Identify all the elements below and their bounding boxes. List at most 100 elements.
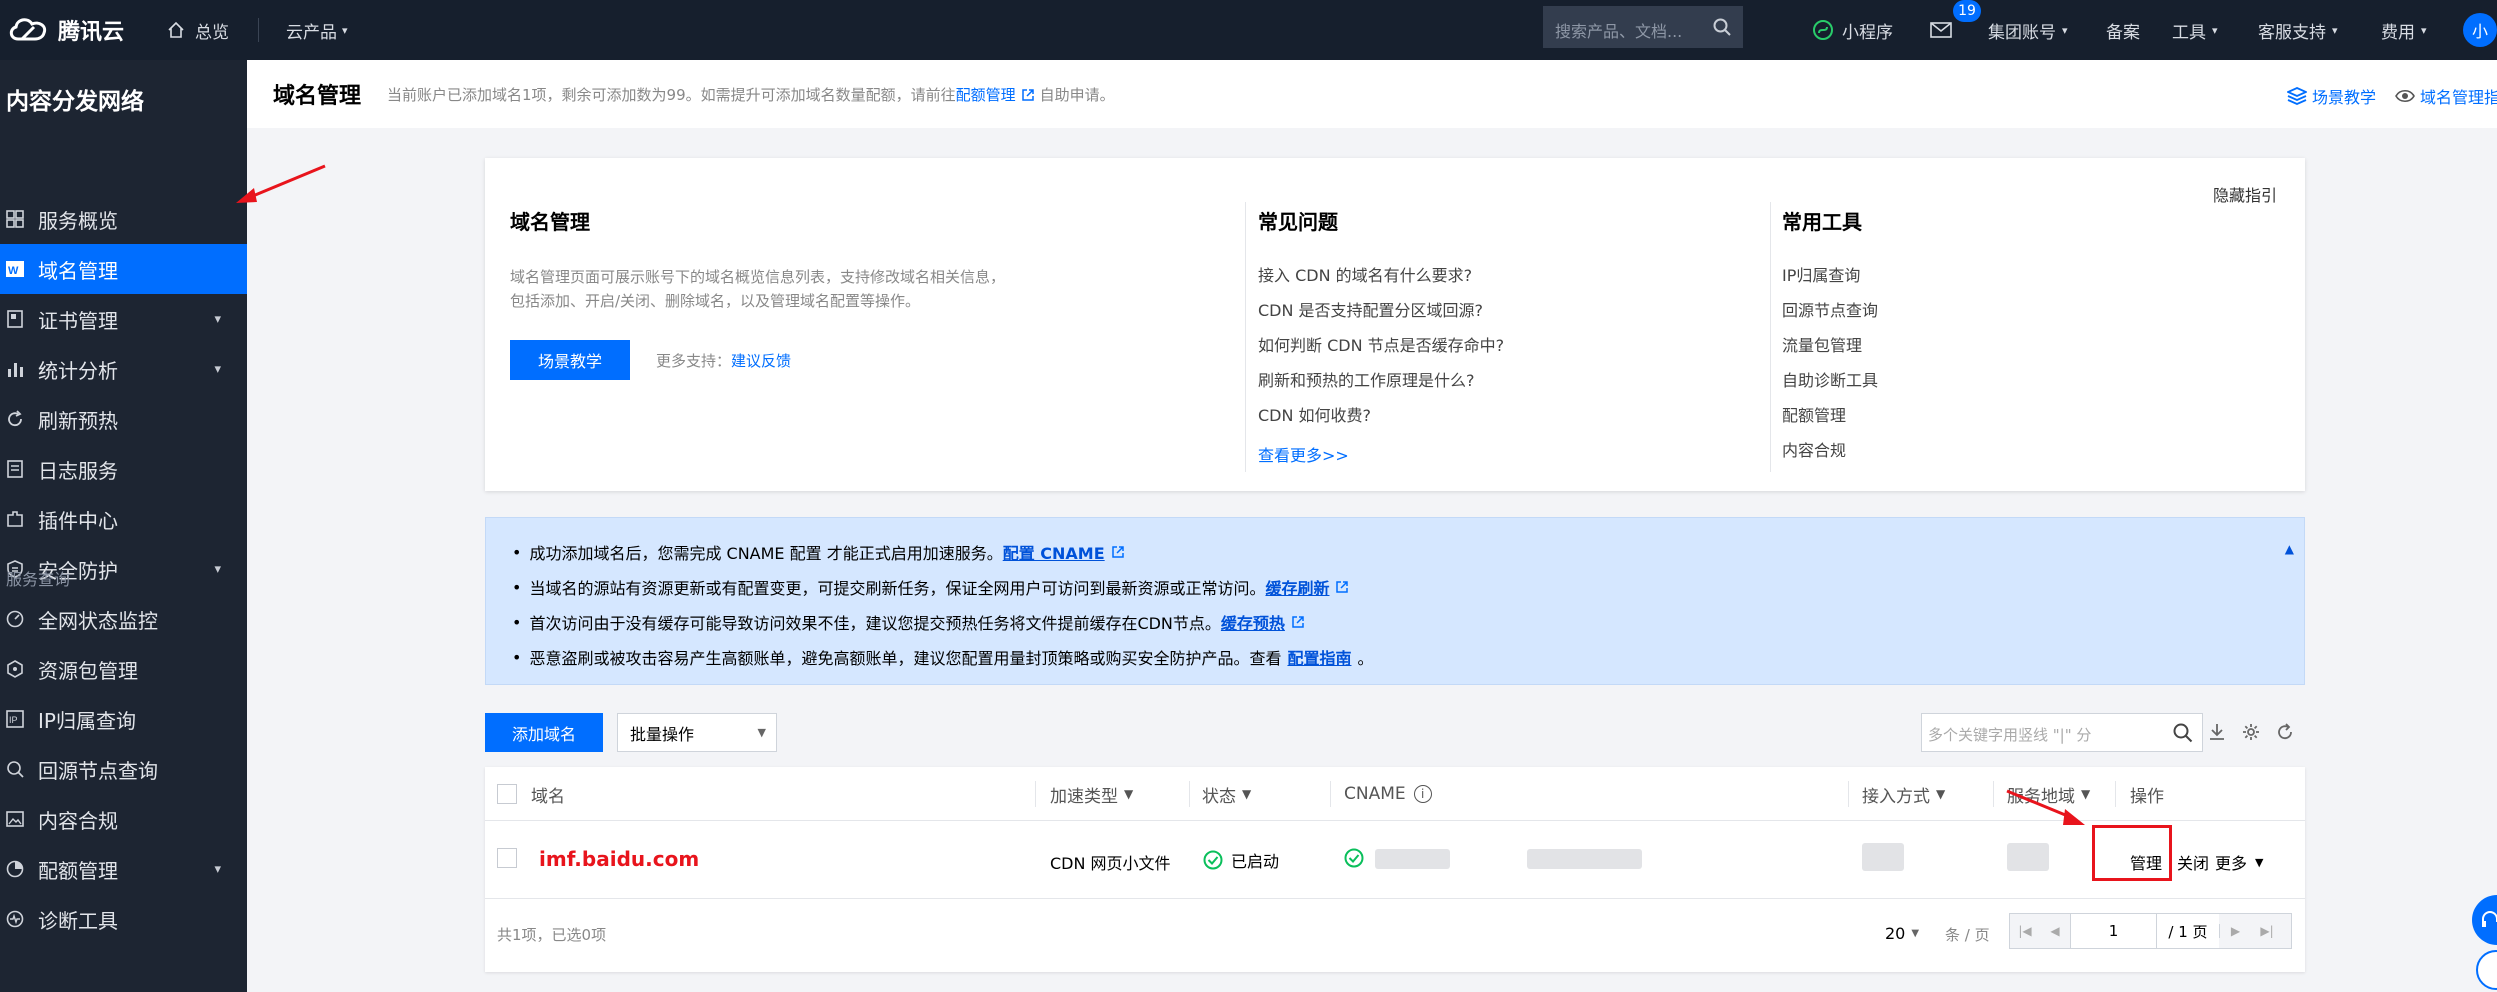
floating-help-button[interactable] xyxy=(2472,895,2497,945)
mini-program-icon xyxy=(1813,20,1833,40)
page-input[interactable]: 1 xyxy=(2070,914,2157,948)
quota-link[interactable]: 配额管理 xyxy=(956,84,1016,105)
faq-more-link[interactable]: 查看更多>> xyxy=(1258,442,1349,466)
chevron-down-icon: ▾ xyxy=(342,23,348,37)
sidebar-item-logs[interactable]: 日志服务 xyxy=(0,444,247,494)
checkbox[interactable] xyxy=(497,848,517,868)
sidebar-item-certificate[interactable]: 证书管理 ▾ xyxy=(0,294,247,344)
sidebar-item-label: 服务概览 xyxy=(38,208,118,233)
avatar[interactable]: 小 xyxy=(2463,13,2497,47)
batch-operations-select[interactable]: 批量操作 ▼ xyxy=(617,713,777,752)
config-cname-link[interactable]: 配置 CNAME xyxy=(1003,540,1105,564)
column-divider xyxy=(1848,781,1849,807)
faq-item[interactable]: 刷新和预热的工作原理是什么? xyxy=(1258,367,1475,391)
group-account-menu[interactable]: 集团账号 ▾ xyxy=(1988,0,2068,60)
sidebar-item-domain[interactable]: W 域名管理 xyxy=(0,244,247,294)
floating-help-button-secondary[interactable] xyxy=(2476,950,2497,990)
global-search[interactable]: 搜索产品、文档... xyxy=(1543,6,1743,48)
sidebar-item-quota[interactable]: 配额管理 ▾ xyxy=(0,844,247,894)
scene-tutorial-link[interactable]: 场景教学 xyxy=(2287,84,2376,108)
scene-tutorial-button[interactable]: 场景教学 xyxy=(510,340,630,380)
prev-page-icon[interactable]: ◀ xyxy=(2040,924,2070,938)
filter-icon[interactable]: ▼ xyxy=(1242,787,1251,801)
brand-logo[interactable]: 腾讯云 xyxy=(6,0,124,60)
sidebar-item-analytics[interactable]: 统计分析 ▾ xyxy=(0,344,247,394)
sidebar-item-label: 刷新预热 xyxy=(38,408,118,433)
cache-preheat-link[interactable]: 缓存预热 xyxy=(1221,610,1285,634)
filing-link[interactable]: 备案 xyxy=(2106,0,2140,60)
domain-guide-link[interactable]: 域名管理指引 xyxy=(2395,84,2497,108)
guide-divider xyxy=(1770,202,1771,472)
hide-guide-link[interactable]: 隐藏指引 xyxy=(2213,182,2277,206)
group-account-label: 集团账号 xyxy=(1988,22,2056,43)
column-header-type[interactable]: 加速类型 ▼ xyxy=(1050,767,1133,821)
tools-menu[interactable]: 工具 ▾ xyxy=(2172,0,2218,60)
faq-item[interactable]: CDN 是否支持配置分区域回源? xyxy=(1258,297,1483,321)
manage-link[interactable]: 管理 xyxy=(2130,850,2162,874)
next-page-icon[interactable]: ▶ xyxy=(2219,924,2251,938)
nav-home[interactable]: 总览 xyxy=(167,0,229,60)
domain-name[interactable]: imf.baidu.com xyxy=(539,847,699,871)
page-size-select[interactable]: 20 ▼ xyxy=(1885,924,1919,943)
sidebar-title: 内容分发网络 xyxy=(6,89,144,115)
tools-title: 常用工具 xyxy=(1782,210,1862,234)
faq-item[interactable]: 接入 CDN 的域名有什么要求? xyxy=(1258,262,1472,286)
global-search-input[interactable]: 搜索产品、文档... xyxy=(1555,18,1682,42)
sidebar-item-overview[interactable]: 服务概览 xyxy=(0,194,247,244)
sidebar-item-packages[interactable]: 资源包管理 xyxy=(0,644,247,694)
cache-refresh-link[interactable]: 缓存刷新 xyxy=(1265,575,1329,599)
search-icon[interactable] xyxy=(2173,723,2193,743)
more-menu[interactable]: 更多 ▼ xyxy=(2215,850,2263,874)
sidebar-item-refresh[interactable]: 刷新预热 xyxy=(0,394,247,444)
sidebar-item-monitor[interactable]: 全网状态监控 xyxy=(0,594,247,644)
reload-icon[interactable] xyxy=(2272,719,2298,745)
support-menu[interactable]: 客服支持 ▾ xyxy=(2258,0,2338,60)
faq-item[interactable]: 如何判断 CDN 节点是否缓存命中? xyxy=(1258,332,1504,356)
sidebar-item-origin-lookup[interactable]: 回源节点查询 xyxy=(0,744,247,794)
tool-item[interactable]: 配额管理 xyxy=(1782,402,1846,426)
tool-item[interactable]: 自助诊断工具 xyxy=(1782,367,1878,391)
page-size-value: 20 xyxy=(1885,924,1906,943)
domain-search-input[interactable]: 多个关键字用竖线 "|" 分 xyxy=(1928,724,2091,745)
last-page-icon[interactable]: ▶| xyxy=(2251,924,2283,938)
nav-products[interactable]: 云产品 ▾ xyxy=(286,0,348,60)
tool-item[interactable]: 内容合规 xyxy=(1782,437,1846,461)
tool-item[interactable]: IP归属查询 xyxy=(1782,262,1860,286)
collapse-icon[interactable]: ▲ xyxy=(2285,542,2294,556)
chevron-down-icon: ▾ xyxy=(214,861,221,877)
mail-button[interactable] xyxy=(1930,0,1952,60)
chevron-down-icon: ▾ xyxy=(2332,23,2338,37)
select-all-checkbox[interactable] xyxy=(497,767,517,821)
billing-menu[interactable]: 费用 ▾ xyxy=(2381,0,2427,60)
column-header-status[interactable]: 状态 ▼ xyxy=(1202,767,1251,821)
column-header-access[interactable]: 接入方式 ▼ xyxy=(1862,767,1945,821)
info-icon[interactable]: i xyxy=(1413,785,1432,803)
first-page-icon[interactable]: |◀ xyxy=(2010,924,2040,938)
filter-icon[interactable]: ▼ xyxy=(1124,787,1133,801)
log-icon xyxy=(5,459,25,479)
sidebar-item-ip-lookup[interactable]: IP IP归属查询 xyxy=(0,694,247,744)
row-checkbox[interactable] xyxy=(497,848,517,868)
settings-gear-icon[interactable] xyxy=(2238,719,2264,745)
domain-search-box[interactable]: 多个关键字用竖线 "|" 分 xyxy=(1921,713,2203,752)
close-link[interactable]: 关闭 xyxy=(2177,850,2209,874)
bullet-icon: • xyxy=(512,542,522,562)
search-icon[interactable] xyxy=(1713,18,1731,36)
feedback-link[interactable]: 建议反馈 xyxy=(731,352,791,370)
pagination: |◀ ◀ 1 / 1 页 ▶ ▶| xyxy=(2009,913,2292,949)
checkbox[interactable] xyxy=(497,784,517,804)
filter-icon[interactable]: ▼ xyxy=(1936,787,1945,801)
add-domain-button[interactable]: 添加域名 xyxy=(485,713,603,752)
ip-icon: IP xyxy=(5,709,25,729)
sidebar-item-diagnose[interactable]: 诊断工具 xyxy=(0,894,247,944)
redacted-block xyxy=(1527,849,1642,869)
download-icon[interactable] xyxy=(2204,719,2230,745)
tool-item[interactable]: 流量包管理 xyxy=(1782,332,1862,356)
tool-item[interactable]: 回源节点查询 xyxy=(1782,297,1878,321)
selection-count: 共1项，已选0项 xyxy=(497,926,607,944)
faq-item[interactable]: CDN 如何收费? xyxy=(1258,402,1371,426)
mini-program-link[interactable]: 小程序 xyxy=(1812,0,1893,60)
sidebar-item-compliance[interactable]: 内容合规 xyxy=(0,794,247,844)
config-guide-link[interactable]: 配置指南 xyxy=(1287,645,1351,669)
sidebar-item-plugins[interactable]: 插件中心 xyxy=(0,494,247,544)
